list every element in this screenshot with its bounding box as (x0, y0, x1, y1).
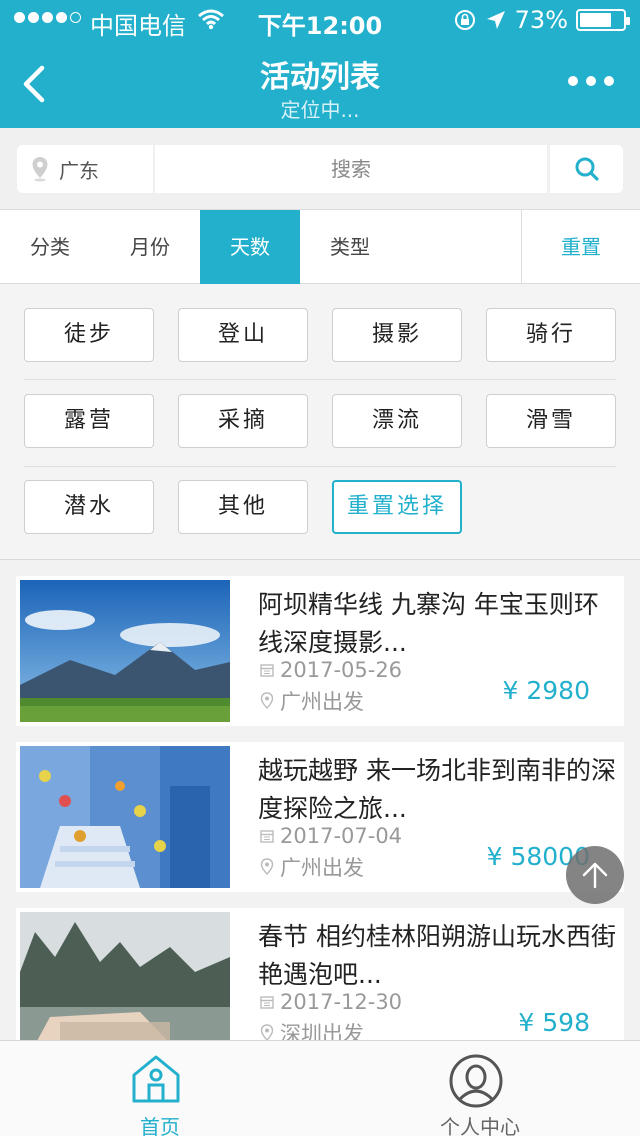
activity-date-row: 2017-05-26 (260, 658, 402, 682)
option-diving[interactable]: 潜水 (24, 480, 154, 534)
location-status: 定位中... (280, 98, 360, 122)
activity-price: ¥ 598 (518, 1008, 590, 1037)
option-rafting[interactable]: 漂流 (332, 394, 462, 448)
status-bar: 中国电信 下午12:00 73% (0, 0, 640, 40)
battery-icon (576, 9, 630, 31)
option-skiing[interactable]: 滑雪 (486, 394, 616, 448)
option-camping[interactable]: 露营 (24, 394, 154, 448)
location-selector[interactable]: 广东 (17, 145, 153, 193)
navigation-bar: 中国电信 下午12:00 73% 活动列表 定位中... (0, 0, 640, 128)
activity-card[interactable]: 春节 相约桂林阳朔游山玩水西街艳遇泡吧... 2017-12-30 深圳出发 ¥… (16, 908, 624, 1058)
activity-title: 春节 相约桂林阳朔游山玩水西街艳遇泡吧... (258, 922, 616, 989)
filter-tabs: 分类 月份 天数 类型 重置 (0, 210, 640, 284)
tab-profile[interactable]: 个人中心 (320, 1041, 640, 1136)
calendar-icon (260, 996, 274, 1009)
search-input[interactable] (155, 145, 547, 193)
option-hiking[interactable]: 徒步 (24, 308, 154, 362)
location-arrow-icon (486, 11, 505, 29)
location-label: 广东 (59, 158, 99, 183)
activity-date: 2017-12-30 (280, 990, 403, 1014)
tab-type[interactable]: 类型 (300, 210, 400, 284)
search-icon (575, 157, 599, 181)
tab-home-label: 首页 (140, 1115, 180, 1136)
bottom-tab-bar: 首页 个人中心 (0, 1040, 640, 1136)
search-bar: 广东 (0, 128, 640, 210)
activity-title: 越玩越野 来一场北非到南非的深度探险之旅... (258, 756, 616, 823)
activity-title: 阿坝精华线 九寨沟 年宝玉则环线深度摄影... (258, 590, 599, 657)
activity-depart-row: 广州出发 (260, 852, 364, 882)
reset-selection-button[interactable]: 重置选择 (332, 480, 462, 534)
more-dot-icon (586, 76, 596, 86)
divider (24, 466, 616, 467)
more-dot-icon (568, 76, 578, 86)
activity-thumbnail (20, 912, 230, 1054)
location-pin-icon (32, 157, 48, 182)
activity-date-row: 2017-12-30 (260, 990, 402, 1014)
option-other[interactable]: 其他 (178, 480, 308, 534)
tab-days[interactable]: 天数 (200, 210, 300, 284)
location-pin-icon (260, 858, 274, 875)
reset-button[interactable]: 重置 (521, 210, 640, 284)
calendar-icon (260, 664, 274, 677)
arrow-up-icon (582, 862, 608, 889)
rotation-lock-icon (454, 10, 475, 30)
more-dot-icon (604, 76, 614, 86)
tab-category[interactable]: 分类 (0, 210, 100, 284)
tab-home[interactable]: 首页 (0, 1041, 320, 1136)
location-pin-icon (260, 692, 274, 709)
search-button[interactable] (550, 145, 623, 193)
activity-card[interactable]: 阿坝精华线 九寨沟 年宝玉则环线深度摄影... 2017-05-26 广州出发 … (16, 576, 624, 726)
battery-percent: 73% (514, 6, 568, 34)
filter-options-panel: 徒步 登山 摄影 骑行 露营 采摘 漂流 滑雪 潜水 其他 重置选择 (0, 284, 640, 560)
option-picking[interactable]: 采摘 (178, 394, 308, 448)
tab-month[interactable]: 月份 (100, 210, 200, 284)
activity-price: ¥ 2980 (502, 676, 590, 705)
tab-profile-label: 个人中心 (440, 1115, 520, 1136)
activity-departure: 广州出发 (280, 690, 364, 714)
activity-departure: 广州出发 (280, 856, 364, 880)
option-climbing[interactable]: 登山 (178, 308, 308, 362)
activity-date: 2017-07-04 (280, 824, 403, 848)
page-title: 活动列表 (260, 60, 380, 95)
activity-card[interactable]: 越玩越野 来一场北非到南非的深度探险之旅... 2017-07-04 广州出发 … (16, 742, 624, 892)
divider (24, 379, 616, 380)
activity-depart-row: 广州出发 (260, 686, 364, 716)
more-button[interactable] (568, 76, 614, 86)
activity-date: 2017-05-26 (280, 658, 403, 682)
activity-date-row: 2017-07-04 (260, 824, 402, 848)
activity-thumbnail (20, 580, 230, 722)
option-photography[interactable]: 摄影 (332, 308, 462, 362)
calendar-icon (260, 830, 274, 843)
activity-thumbnail (20, 746, 230, 888)
home-icon (132, 1055, 180, 1103)
user-icon (449, 1054, 503, 1108)
option-cycling[interactable]: 骑行 (486, 308, 616, 362)
scroll-to-top-button[interactable] (566, 846, 624, 904)
